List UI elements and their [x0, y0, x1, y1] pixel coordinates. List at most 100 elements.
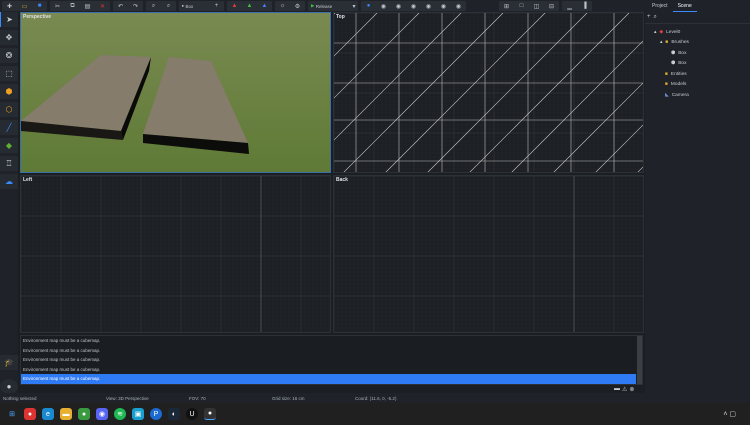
back-viewport[interactable]: Back — [333, 175, 644, 333]
tree-item-camera[interactable]: ◣ Camera — [645, 90, 750, 101]
editor-app-icon[interactable]: ● — [204, 408, 216, 420]
viewport-label: Top — [336, 14, 345, 20]
select-tool-icon[interactable]: ➤ — [0, 12, 18, 27]
axis-z-icon[interactable]: ▲ — [257, 1, 272, 11]
zoom-out-icon[interactable]: ⌕ — [161, 1, 176, 11]
folder-icon: ■ — [665, 40, 669, 46]
axis-x-icon[interactable]: ▲ — [227, 1, 242, 11]
tree-item-models[interactable]: ■ Models — [645, 80, 750, 91]
chrome-profile-icon[interactable]: ● — [78, 408, 90, 420]
rotate-tool-icon[interactable]: ❂ — [0, 48, 18, 63]
chrome-icon[interactable]: ● — [24, 408, 36, 420]
tree-item-box[interactable]: ⬢ Box — [645, 59, 750, 70]
cloud-tool-icon[interactable]: ☁ — [0, 174, 18, 189]
redo-icon[interactable]: ↷ — [128, 1, 143, 11]
left-viewport[interactable]: Left — [20, 175, 331, 333]
open-icon[interactable]: ▭ — [17, 1, 32, 11]
axis-y-icon[interactable]: ▲ — [242, 1, 257, 11]
console-message[interactable]: Environment map must be a cubemap. — [21, 355, 642, 365]
render-mode-icon[interactable]: ◉ — [451, 1, 466, 11]
console-message[interactable]: Environment map must be a cubemap. — [21, 336, 642, 346]
cube-icon: ⬢ — [671, 61, 676, 67]
render-mode-icon[interactable]: ● — [361, 1, 376, 11]
start-icon[interactable]: ⊞ — [6, 408, 18, 420]
console-message[interactable]: Environment map must be a cubemap. — [21, 365, 642, 375]
console-output[interactable]: Environment map must be a cubemap. Envir… — [20, 335, 643, 385]
dropdown-arrow-icon[interactable]: ▾ — [350, 1, 358, 11]
tool-sidebar: ➤ ✥ ❂ ⬚ ⬢ ⬡ ╱ ◆ ♖ ☁ 🎓 ● — [0, 12, 18, 397]
warning-filter-icon[interactable]: ⚠ — [622, 386, 627, 393]
vertex-tool-icon[interactable]: ⬡ — [0, 102, 18, 117]
brush-type-label: Box — [185, 3, 194, 9]
layout-split-icon[interactable]: ◫ — [529, 1, 544, 11]
paint-tool-icon[interactable]: ╱ — [0, 120, 18, 135]
tray-icons[interactable]: ˄ ▢ — [723, 410, 736, 418]
tree-label: Models — [670, 82, 687, 88]
message-filter-icon[interactable]: ▬ — [614, 386, 620, 393]
zoom-in-icon[interactable]: ⌕ — [146, 1, 161, 11]
paste-icon[interactable]: ▤ — [80, 1, 95, 11]
tab-project[interactable]: Project — [647, 1, 673, 11]
gear-icon[interactable]: ⚙ — [290, 1, 305, 11]
toggle-sidebar-icon[interactable]: ▐ — [577, 1, 592, 11]
render-mode-icon[interactable]: ◉ — [391, 1, 406, 11]
delete-icon[interactable]: ✕ — [95, 1, 110, 11]
unreal-icon[interactable]: U — [186, 408, 198, 420]
save-icon[interactable]: ■ — [32, 1, 47, 11]
render-mode-icon[interactable]: ◉ — [436, 1, 451, 11]
tree-item-brushes[interactable]: ▴ ■ Brushes — [645, 38, 750, 49]
viewport-label: Left — [23, 177, 33, 183]
tab-scene[interactable]: Scene — [672, 1, 697, 12]
search-icon[interactable]: ⌕ — [654, 14, 657, 21]
console-scrollbar[interactable] — [637, 336, 642, 384]
layout-quad-icon[interactable]: ⊞ — [499, 1, 514, 11]
console-message-selected[interactable]: Environment map must be a cubemap. — [21, 374, 636, 384]
tree-item-level[interactable]: ▴ ◆ Level0 — [645, 27, 750, 38]
render-mode-icon[interactable]: ◉ — [421, 1, 436, 11]
taskbar: ⊞ ● e ▬ ● ◉ ≋ ▣ P ◐ U ● ˄ ▢ — [0, 403, 750, 425]
hierarchy-tool-icon[interactable]: ♖ — [0, 156, 18, 171]
render-mode-icon[interactable]: ◉ — [406, 1, 421, 11]
discord-icon[interactable]: ◉ — [96, 408, 108, 420]
edge-icon[interactable]: e — [42, 408, 54, 420]
sun-icon[interactable]: ☼ — [275, 1, 290, 11]
learn-icon[interactable]: 🎓 — [0, 355, 18, 370]
face-tool-icon[interactable]: ⬢ — [0, 84, 18, 99]
layout-bottom-icon[interactable]: ⊟ — [544, 1, 559, 11]
app-icon[interactable]: ▣ — [132, 408, 144, 420]
copy-icon[interactable]: ⧉ — [65, 1, 80, 11]
console-message[interactable]: Environment map must be a cubemap. — [21, 346, 642, 356]
tree-label: Camera — [671, 92, 689, 98]
add-icon[interactable]: + — [209, 1, 224, 11]
tree-label: Box — [678, 61, 687, 67]
top-viewport[interactable]: Top — [333, 12, 644, 173]
new-icon[interactable]: ✚ — [2, 1, 17, 11]
render-mode-icon[interactable]: ◉ — [376, 1, 391, 11]
brush-type-dropdown[interactable]: ▸ Box — [179, 1, 209, 11]
steam-icon[interactable]: ◐ — [168, 408, 180, 420]
undo-icon[interactable]: ↶ — [113, 1, 128, 11]
status-bar: Nothing selected View: 3D Perspective FO… — [0, 393, 750, 403]
terrain-tool-icon[interactable]: ◆ — [0, 138, 18, 153]
file-explorer-icon[interactable]: ▬ — [60, 408, 72, 420]
scale-tool-icon[interactable]: ⬚ — [0, 66, 18, 81]
tree-label: Entities — [670, 71, 687, 77]
layout-single-icon[interactable]: □ — [514, 1, 529, 11]
error-filter-icon[interactable]: ⊗ — [629, 386, 634, 393]
main-toolbar: ✚ ▭ ■ ✂ ⧉ ▤ ✕ ↶ ↷ ⌕ ⌕ ▸ Box + ▲ ▲ ▲ ☼ ⚙ ▶ Release ▾ … — [0, 0, 750, 12]
cut-icon[interactable]: ✂ — [50, 1, 65, 11]
perspective-viewport[interactable]: Perspective — [20, 12, 331, 173]
scene-panel: Project Scene + ⌕ ▴ ◆ Level0 ▴ ■ Brushes ⬢ Box … — [645, 0, 750, 393]
console-filters: ▬ ⚠ ⊗ — [614, 386, 634, 393]
spotify-icon[interactable]: ≋ — [114, 408, 126, 420]
tree-item-box[interactable]: ⬢ Box — [645, 48, 750, 59]
avatar[interactable]: ● — [0, 379, 18, 394]
viewport-label: Back — [336, 177, 348, 183]
toggle-console-icon[interactable]: ▁ — [562, 1, 577, 11]
build-config-dropdown[interactable]: ▶ Release — [308, 1, 350, 11]
move-tool-icon[interactable]: ✥ — [0, 30, 18, 45]
level-icon: ◆ — [659, 29, 664, 35]
add-icon[interactable]: + — [647, 14, 651, 21]
playstation-icon[interactable]: P — [150, 408, 162, 420]
tree-item-entities[interactable]: ■ Entities — [645, 69, 750, 80]
